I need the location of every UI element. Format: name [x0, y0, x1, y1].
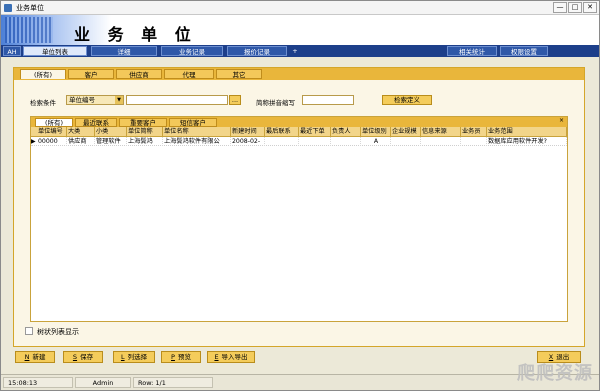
tab-statistics[interactable]: 相关统计: [447, 46, 497, 56]
search-condition-label: 检索条件: [30, 99, 56, 107]
new-button[interactable]: N 新建: [15, 351, 55, 363]
table-row[interactable]: ▶ 00000 供应商 管理软件 上海鬓鸿 上海鬓鸿软件有限公 2008-02-…: [31, 137, 567, 146]
table-cell[interactable]: [391, 137, 421, 146]
column-header[interactable]: 企业规模: [391, 127, 421, 137]
search-field-select[interactable]: 单位编号 ▼: [66, 95, 124, 105]
table-cell[interactable]: 供应商: [67, 137, 95, 146]
close-icon[interactable]: ×: [559, 117, 564, 124]
preview-button-label: 预览: [177, 353, 191, 361]
table-cell[interactable]: 管理软件: [95, 137, 127, 146]
table-cell[interactable]: [331, 137, 361, 146]
column-header[interactable]: 单位级别: [361, 127, 391, 137]
column-header[interactable]: 小类: [95, 127, 127, 137]
action-bar: N 新建 S 保存 L 列选择 P 预览 E 导入导出 X 退出: [1, 351, 599, 364]
category-tab-other[interactable]: 其它: [216, 69, 262, 79]
category-tab-supplier[interactable]: 供应商: [116, 69, 162, 79]
tab-quote-records[interactable]: 报价记录: [227, 46, 287, 56]
column-header[interactable]: 单位简称: [127, 127, 163, 137]
grid-header: 单位编号 大类 小类 单位简称 单位名称 新建时间 最后联系 最近下单 负责人 …: [31, 127, 567, 137]
table-cell[interactable]: 00000: [37, 137, 67, 146]
close-button[interactable]: ✕: [583, 2, 597, 13]
unit-list-panel: (所有) 客户 供应商 代理 其它 检索条件 单位编号 ▼ ... 简称拼音缩写…: [13, 67, 585, 347]
search-field-value: 单位编号: [69, 96, 95, 104]
pinyin-input[interactable]: [302, 95, 354, 105]
column-header[interactable]: 新建时间: [231, 127, 265, 137]
minimize-button[interactable]: —: [553, 2, 567, 13]
status-time: 15:08:13: [3, 377, 73, 388]
window-title: 业务单位: [16, 4, 44, 12]
column-header[interactable]: 单位名称: [163, 127, 231, 137]
status-user: Admin: [75, 377, 131, 388]
tab-add[interactable]: +: [289, 46, 301, 56]
filter-tab-all[interactable]: (所有): [35, 118, 73, 127]
search-custom-button[interactable]: 检索定义: [382, 95, 432, 105]
tab-detail[interactable]: 详细: [91, 46, 157, 56]
status-row-count: Row: 1/1: [133, 377, 213, 388]
shortcut-key: L: [120, 353, 125, 361]
tree-view-checkbox[interactable]: [25, 327, 33, 335]
column-select-button-label: 列选择: [127, 353, 148, 361]
main-tab-bar: AH 单位列表 详细 业务记录 报价记录 + 相关统计 权限设置: [1, 45, 599, 57]
import-export-button-label: 导入导出: [221, 353, 248, 361]
column-select-button[interactable]: L 列选择: [113, 351, 155, 363]
watermark-logo: 爬爬资源: [517, 363, 593, 384]
save-button-label: 保存: [80, 353, 94, 361]
column-header[interactable]: 单位编号: [37, 127, 67, 137]
table-cell[interactable]: 上海鬓鸿软件有限公: [163, 137, 231, 146]
filter-tab-recent-contact[interactable]: 最近联系: [75, 118, 117, 127]
table-cell[interactable]: [299, 137, 331, 146]
tab-permissions[interactable]: 权限设置: [500, 46, 548, 56]
category-tab-customer[interactable]: 客户: [68, 69, 114, 79]
table-cell[interactable]: [421, 137, 461, 146]
column-header[interactable]: 最近下单: [299, 127, 331, 137]
table-cell[interactable]: 2008-02-: [231, 137, 265, 146]
column-header[interactable]: 大类: [67, 127, 95, 137]
new-button-label: 新建: [32, 353, 46, 361]
filter-tab-sms[interactable]: 短信客户: [169, 118, 217, 127]
import-export-button[interactable]: E 导入导出: [207, 351, 255, 363]
app-window: 业务单位 — □ ✕ 业 务 单 位 AH 单位列表 详细 业务记录 报价记录 …: [0, 0, 600, 391]
page-title: 业 务 单 位: [74, 25, 197, 44]
table-cell[interactable]: 上海鬓鸿: [127, 137, 163, 146]
app-icon: [4, 4, 12, 12]
shortcut-key: E: [214, 353, 219, 361]
tab-business-records[interactable]: 业务记录: [161, 46, 223, 56]
column-header[interactable]: 业务范围: [487, 127, 567, 137]
title-bar: 业务单位 — □ ✕: [1, 1, 599, 15]
unit-grid: (所有) 最近联系 重要客户 短信客户 × 单位编号 大类 小类 单位简称 单位…: [30, 116, 568, 322]
pinyin-label: 简称拼音缩写: [256, 99, 295, 107]
header-banner: 业 务 单 位: [1, 15, 599, 45]
search-input[interactable]: [126, 95, 228, 105]
column-header[interactable]: 业务员: [461, 127, 487, 137]
category-tabs: (所有) 客户 供应商 代理 其它: [14, 68, 584, 80]
table-cell[interactable]: 数据库应用软件开发?: [487, 137, 567, 146]
tree-view-label: 树状列表显示: [37, 328, 79, 336]
table-cell[interactable]: [265, 137, 299, 146]
column-header[interactable]: 负责人: [331, 127, 361, 137]
shortcut-key: S: [72, 353, 78, 361]
tab-unit-list[interactable]: 单位列表: [23, 46, 87, 56]
tab-ah[interactable]: AH: [3, 46, 21, 56]
column-header[interactable]: 信息来源: [421, 127, 461, 137]
table-cell[interactable]: [461, 137, 487, 146]
column-header[interactable]: 最后联系: [265, 127, 299, 137]
maximize-button[interactable]: □: [568, 2, 582, 13]
table-cell[interactable]: A: [361, 137, 391, 146]
preview-button[interactable]: P 预览: [161, 351, 201, 363]
category-tab-all[interactable]: (所有): [20, 69, 66, 79]
filter-tabs: (所有) 最近联系 重要客户 短信客户 ×: [31, 117, 567, 127]
logo-graphic: [5, 17, 53, 43]
save-button[interactable]: S 保存: [63, 351, 103, 363]
category-tab-agent[interactable]: 代理: [164, 69, 214, 79]
browse-button[interactable]: ...: [229, 95, 241, 105]
filter-tab-important[interactable]: 重要客户: [119, 118, 167, 127]
shortcut-key: N: [24, 353, 30, 361]
status-bar: 15:08:13 Admin Row: 1/1: [1, 374, 599, 390]
shortcut-key: P: [171, 353, 175, 361]
chevron-down-icon[interactable]: ▼: [115, 96, 123, 104]
